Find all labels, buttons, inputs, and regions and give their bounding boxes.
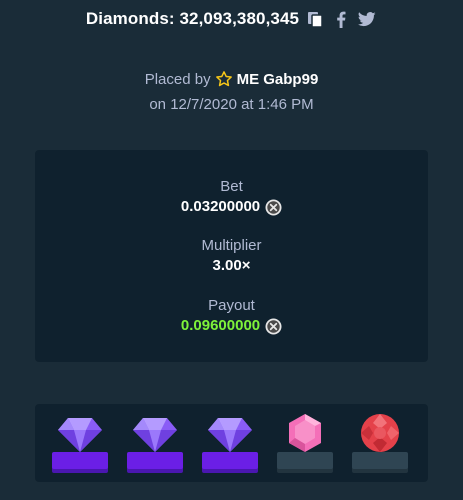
payout-stat: Payout 0.09600000	[35, 297, 428, 335]
page-title: Diamonds: 32,093,380,345	[85, 9, 300, 28]
gem-tile-diamond	[200, 412, 260, 474]
bet-date: on 12/7/2020 at 1:46 PM	[149, 96, 314, 113]
multiplier-value: 3.00×	[212, 257, 251, 274]
gem-tile-diamond	[50, 412, 110, 474]
coin-x-icon	[265, 199, 282, 216]
bet-details-page: Diamonds: 32,093,380,345 Placed by ME Ga…	[0, 0, 463, 500]
multiplier-label: Multiplier	[201, 237, 262, 254]
bet-stat: Bet 0.03200000	[35, 178, 428, 216]
payout-value-row: 0.09600000	[35, 317, 428, 335]
facebook-icon[interactable]	[331, 9, 351, 29]
bet-value: 0.03200000	[180, 198, 261, 215]
bet-value-row: 0.03200000	[35, 198, 428, 216]
star-icon	[215, 70, 233, 88]
copy-icon[interactable]	[305, 9, 325, 29]
gem-tile-pink	[275, 412, 335, 474]
username-link[interactable]: ME Gabp99	[237, 71, 319, 88]
placed-by-label: Placed by	[144, 70, 211, 88]
multiplier-value-row: 3.00×	[35, 257, 428, 275]
title-row: Diamonds: 32,093,380,345	[0, 9, 463, 29]
gem-tile-red	[350, 412, 410, 474]
bet-label: Bet	[220, 178, 243, 195]
payout-label: Payout	[208, 297, 255, 314]
placed-by-row: Placed by ME Gabp99	[0, 70, 463, 88]
twitter-icon[interactable]	[357, 9, 377, 29]
bet-stats-card: Bet 0.03200000 Multiplier 3.00× Payout 0…	[35, 150, 428, 362]
gem-tiles-row	[35, 404, 428, 482]
coin-x-icon	[265, 318, 282, 335]
payout-value: 0.09600000	[180, 317, 261, 334]
multiplier-stat: Multiplier 3.00×	[35, 237, 428, 275]
gem-tile-diamond	[125, 412, 185, 474]
